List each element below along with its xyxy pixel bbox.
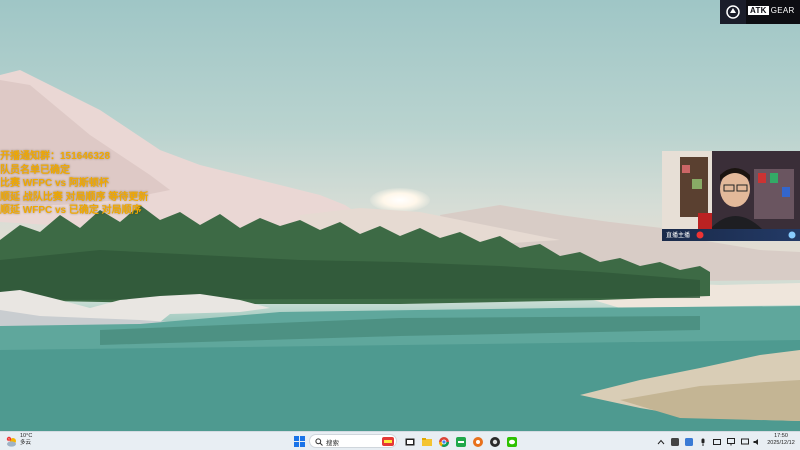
brand-word: GEAR xyxy=(770,6,795,15)
chevron-up-icon xyxy=(657,439,665,444)
system-clock[interactable]: 17:50 2025/12/12 xyxy=(766,433,796,447)
brand-name: ATK GEAR xyxy=(748,6,795,15)
tray-app-1[interactable] xyxy=(670,435,680,448)
clock-date: 2025/12/12 xyxy=(767,440,795,446)
input-method-icon xyxy=(713,438,721,445)
taskbar-app-chrome[interactable] xyxy=(438,435,450,448)
tray-network[interactable] xyxy=(740,435,750,448)
taskbar: 1 搜索 xyxy=(0,431,800,450)
brand-badge: ATK GEAR xyxy=(720,0,800,24)
volume-icon xyxy=(753,438,758,445)
network-icon xyxy=(741,438,749,444)
taskbar-app-taskview[interactable] xyxy=(404,435,416,448)
taskbar-app-green[interactable] xyxy=(455,435,467,448)
overlay-line: 顺延 战队比赛 对局顺序 等待更新 xyxy=(0,191,149,203)
windows-start-icon xyxy=(294,436,305,447)
team-logo-icon xyxy=(788,231,796,239)
webcam-name-bar: 直播主播 xyxy=(662,229,800,241)
clock-time: 17:50 xyxy=(774,433,788,439)
webcam-overlay: 直播主播 xyxy=(662,151,800,241)
file-explorer-icon xyxy=(422,437,432,446)
obs-icon xyxy=(490,436,500,447)
task-view-icon xyxy=(405,438,415,445)
streamer-name: 直播主播 xyxy=(666,233,691,239)
search-placeholder: 搜索 xyxy=(326,440,339,447)
desktop-wallpaper: 开播通知群：151646328 队员名单已确定 比赛 WFPC vs 阿斯顿杯 … xyxy=(0,0,800,431)
taskbar-app-wechat[interactable] xyxy=(506,435,518,448)
tray-shield-icon xyxy=(685,437,693,446)
overlay-line: 开播通知群：151646328 xyxy=(0,151,111,162)
tray-app-2[interactable] xyxy=(684,435,694,448)
overlay-line: 顺延 WFPC vs 已确定 对局顺序 xyxy=(0,205,142,216)
tray-overflow[interactable] xyxy=(656,435,666,448)
microphone-icon xyxy=(701,438,705,446)
taskbar-app-obs[interactable] xyxy=(489,435,501,448)
taskbar-app-explorer[interactable] xyxy=(421,435,433,448)
overlay-line: 队员名单已确定 xyxy=(0,164,70,176)
brand-logo-icon xyxy=(720,0,746,24)
wechat-icon xyxy=(507,436,517,447)
tray-mic[interactable] xyxy=(698,435,708,448)
overlay-line: 比赛 WFPC vs 阿斯顿杯 xyxy=(0,178,109,189)
webcam-feed xyxy=(662,151,800,241)
weather-widget[interactable]: 1 xyxy=(6,435,18,448)
display-icon xyxy=(727,437,735,445)
weather-cloud-icon: 1 xyxy=(6,436,16,447)
taskbar-search[interactable]: 搜索 xyxy=(309,434,397,448)
brand-tag: ATK xyxy=(748,6,769,15)
start-button[interactable] xyxy=(293,435,306,448)
app-icon xyxy=(456,436,466,447)
game-icon xyxy=(473,436,483,447)
chrome-icon xyxy=(439,436,449,447)
taskbar-app-game[interactable] xyxy=(472,435,484,448)
stream-overlay-text: 开播通知群：151646328 队员名单已确定 比赛 WFPC vs 阿斯顿杯 … xyxy=(0,150,148,218)
notification-count: 1 xyxy=(8,437,10,441)
weather-info[interactable]: 10°C 多云 xyxy=(20,433,32,447)
weather-description: 多云 xyxy=(20,440,32,446)
tray-app-icon xyxy=(671,437,679,446)
weather-temperature: 10°C xyxy=(20,433,33,439)
tray-volume[interactable] xyxy=(752,435,762,448)
tray-display[interactable] xyxy=(726,435,736,448)
weibo-icon xyxy=(696,231,704,239)
tray-input[interactable] xyxy=(712,435,722,448)
search-highlight-icon xyxy=(382,437,394,446)
search-icon xyxy=(315,438,323,446)
